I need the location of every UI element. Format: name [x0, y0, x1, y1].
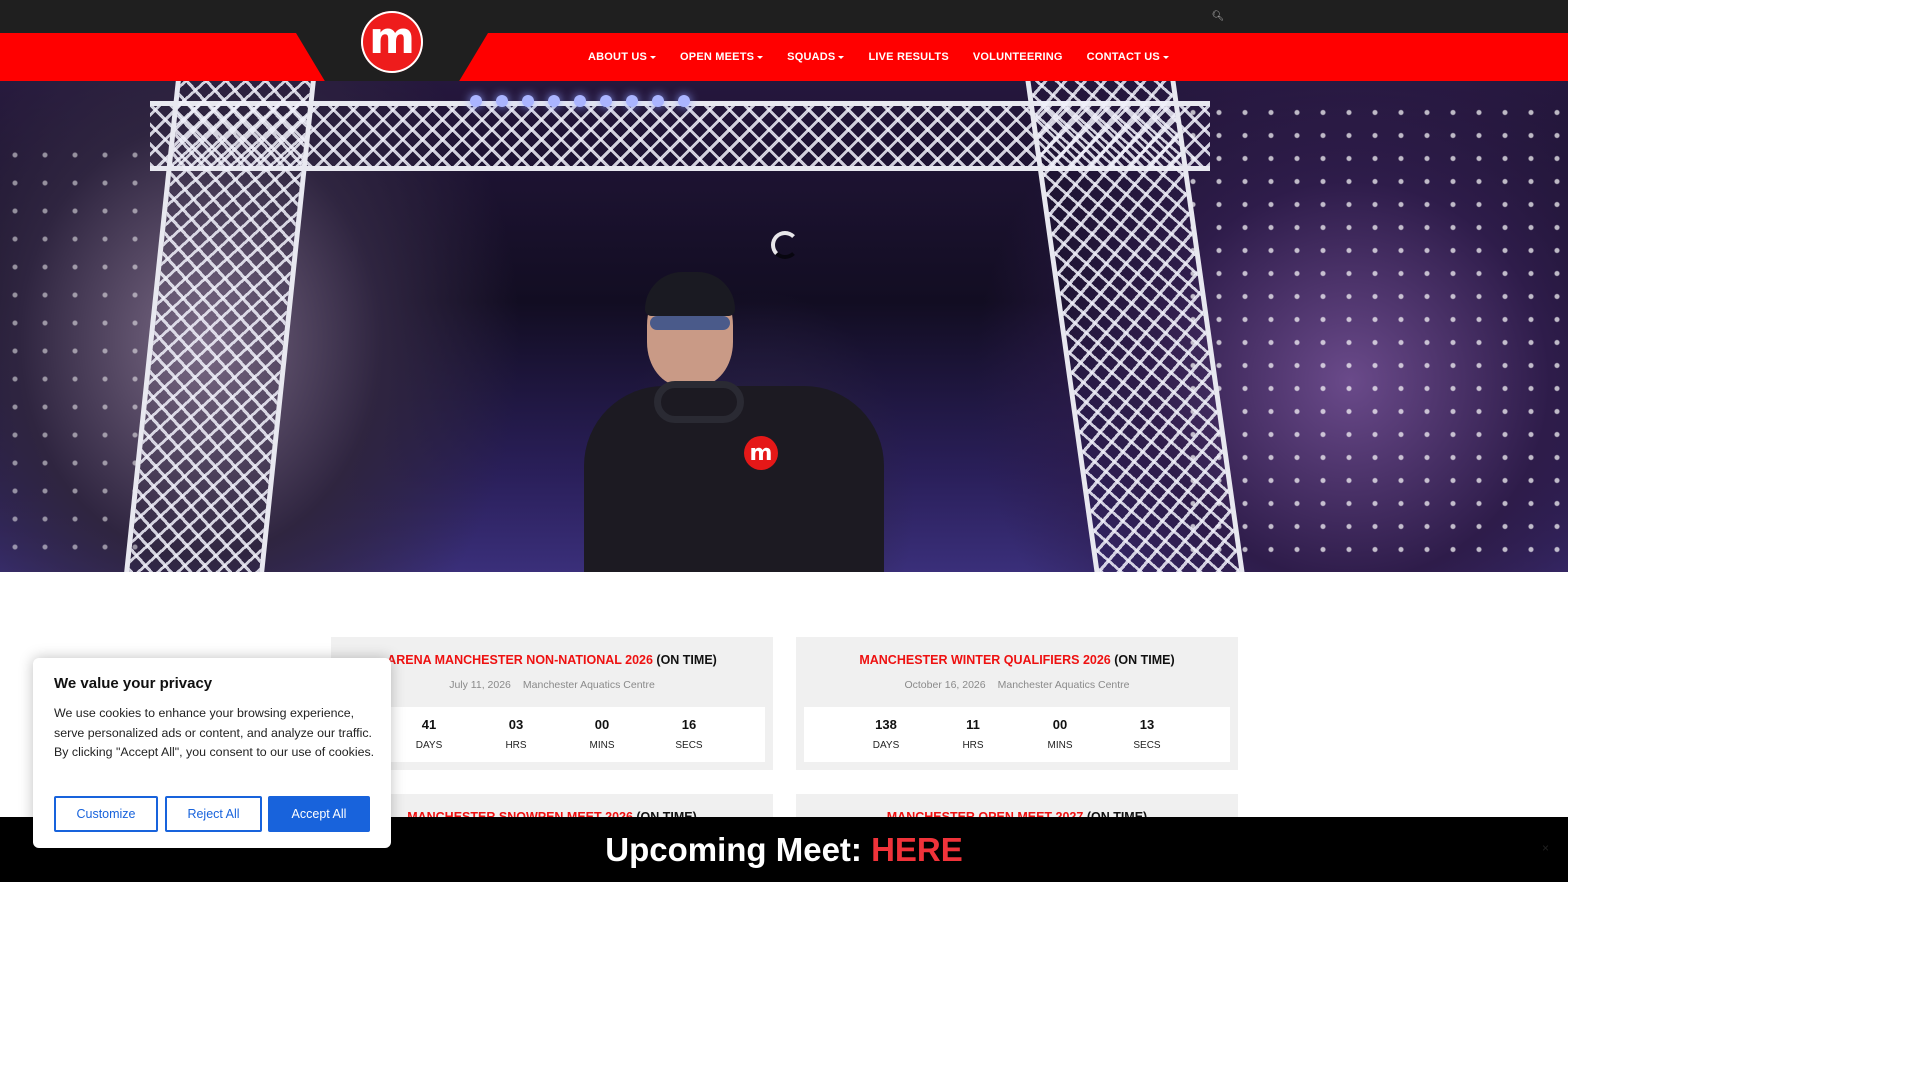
nav-label: SQUADS: [787, 51, 836, 63]
hero-image: m: [0, 81, 1568, 572]
logo-letter: m: [369, 13, 415, 64]
meet-name-link[interactable]: MANCHESTER WINTER QUALIFIERS 2026: [859, 653, 1110, 667]
site-logo[interactable]: m: [361, 11, 423, 73]
nav-contact-us[interactable]: CONTACT US: [1075, 51, 1181, 63]
meet-card[interactable]: ARENA MANCHESTER NON-NATIONAL 2026 (ON T…: [331, 637, 773, 770]
countdown-days: 138 DAYS: [856, 717, 916, 751]
search-icon[interactable]: 🔍︎: [1211, 9, 1225, 23]
countdown-value: 11: [966, 717, 980, 732]
chevron-down-icon: [757, 55, 764, 59]
swimmer-figure: m: [584, 272, 884, 572]
swim-cap: [645, 272, 735, 316]
countdown-value: 03: [508, 717, 524, 732]
chevron-down-icon: [650, 55, 657, 59]
countdown-minutes: 00 MINS: [1030, 717, 1090, 751]
nav-about-us[interactable]: ABOUT US: [576, 51, 668, 63]
nav-live-results[interactable]: LIVE RESULTS: [856, 51, 960, 63]
countdown-hours: 03 HRS: [486, 717, 546, 751]
meet-meta: October 16, 2026 Manchester Aquatics Cent…: [796, 679, 1238, 691]
loading-spinner-icon: [771, 231, 799, 259]
countdown-label: SECS: [675, 740, 703, 751]
stage-lights-right: [1180, 101, 1568, 561]
countdown-value: 138: [875, 717, 897, 732]
meet-title: MANCHESTER WINTER QUALIFIERS 2026 (ON TI…: [796, 653, 1238, 667]
countdown-label: MINS: [1047, 740, 1073, 751]
meet-venue: Manchester Aquatics Centre: [522, 679, 655, 691]
countdown-days: 41 DAYS: [399, 717, 459, 751]
cookie-body: We use cookies to enhance your browsing …: [54, 706, 375, 760]
stage-lights-left: [0, 141, 150, 561]
customize-button[interactable]: Customize: [54, 796, 158, 832]
reject-all-button[interactable]: Reject All: [165, 796, 262, 832]
meet-date: October 16, 2026: [904, 679, 986, 691]
countdown-minutes: 00 MINS: [572, 717, 632, 751]
countdown-seconds: 16 SECS: [659, 717, 719, 751]
goggles: [650, 316, 730, 330]
nav-open-meets[interactable]: OPEN MEETS: [668, 51, 775, 63]
countdown-timer: 138 DAYS 11 HRS 00 MINS 13 SECS: [804, 707, 1230, 762]
countdown-label: SECS: [1133, 740, 1161, 751]
countdown-label: DAYS: [872, 740, 900, 751]
main-menu: ABOUT US OPEN MEETS SQUADS LIVE RESULTS …: [576, 33, 1181, 81]
banner-prefix: Upcoming Meet:: [605, 831, 872, 868]
blue-spotlights: [470, 95, 690, 107]
countdown-value: 00: [1052, 717, 1068, 732]
nav-volunteering[interactable]: VOLUNTEERING: [961, 51, 1075, 63]
countdown-value: 13: [1139, 717, 1155, 732]
nav-label: CONTACT US: [1086, 51, 1160, 63]
countdown-label: HRS: [962, 740, 984, 751]
meet-name-link[interactable]: ARENA MANCHESTER NON-NATIONAL 2026: [387, 653, 653, 667]
nav-label: ABOUT US: [588, 51, 648, 63]
meet-title: ARENA MANCHESTER NON-NATIONAL 2026 (ON T…: [331, 653, 773, 667]
cookie-title: We value your privacy: [54, 675, 213, 692]
meet-date: July 11, 2026: [449, 679, 511, 691]
headphones: [654, 381, 744, 423]
meet-meta: July 11, 2026 Manchester Aquatics Centre: [331, 679, 773, 691]
top-bar: 🔍︎: [0, 0, 1568, 33]
banner-link[interactable]: HERE: [871, 831, 963, 868]
chevron-down-icon: [838, 55, 845, 59]
nav-label: LIVE RESULTS: [868, 51, 949, 63]
close-icon[interactable]: ×: [1542, 841, 1549, 855]
nav-label: VOLUNTEERING: [972, 51, 1063, 63]
nav-squads[interactable]: SQUADS: [775, 51, 856, 63]
countdown-label: DAYS: [415, 740, 443, 751]
chevron-down-icon: [1162, 55, 1169, 59]
meet-status: (ON TIME): [1110, 653, 1175, 667]
countdown-value: 00: [594, 717, 610, 732]
meet-status: (ON TIME): [652, 653, 717, 667]
countdown-timer: 41 DAYS 03 HRS 00 MINS 16 SECS: [339, 707, 765, 762]
accept-all-button[interactable]: Accept All: [268, 796, 370, 832]
countdown-hours: 11 HRS: [943, 717, 1003, 751]
shirt-logo-badge: m: [744, 436, 778, 470]
meet-card[interactable]: MANCHESTER WINTER QUALIFIERS 2026 (ON TI…: [796, 637, 1238, 770]
countdown-seconds: 13 SECS: [1117, 717, 1177, 751]
cookie-consent-dialog: We value your privacy We use cookies to …: [33, 658, 391, 848]
countdown-value: 16: [681, 717, 697, 732]
nav-label: OPEN MEETS: [680, 51, 755, 63]
countdown-value: 41: [421, 717, 437, 732]
page: 🔍︎ m ABOUT US OPEN MEETS SQUADS LIVE RES…: [0, 0, 1568, 882]
countdown-label: HRS: [505, 740, 527, 751]
meet-venue: Manchester Aquatics Centre: [997, 679, 1130, 691]
countdown-label: MINS: [589, 740, 615, 751]
